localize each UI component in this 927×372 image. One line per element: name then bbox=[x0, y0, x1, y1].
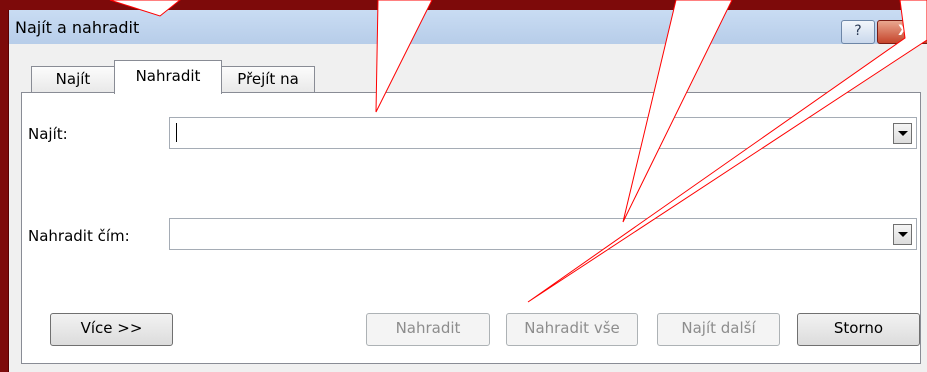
cancel-button[interactable]: Storno bbox=[797, 313, 920, 346]
window-title: Najít a nahradit bbox=[15, 18, 140, 37]
more-button[interactable]: Více >> bbox=[50, 313, 173, 346]
find-dropdown-button[interactable] bbox=[893, 123, 912, 144]
chevron-down-icon bbox=[898, 232, 908, 237]
replace-all-button[interactable]: Nahradit vše bbox=[506, 313, 638, 346]
find-input[interactable] bbox=[176, 122, 876, 142]
find-next-button[interactable]: Najít další bbox=[657, 313, 780, 346]
find-combobox[interactable] bbox=[169, 117, 917, 149]
close-button[interactable]: X bbox=[877, 20, 927, 44]
tab-find[interactable]: Najít bbox=[31, 66, 115, 93]
tab-panel: Najít: Nahradit čím: Více >> Nahradit Na… bbox=[21, 92, 921, 364]
replace-dropdown-button[interactable] bbox=[893, 224, 912, 245]
replace-input[interactable] bbox=[176, 223, 876, 243]
tab-goto[interactable]: Přejít na bbox=[221, 66, 315, 93]
find-replace-dialog: Najít a nahradit ? X Najít Nahradit Přej… bbox=[8, 10, 927, 372]
text-cursor bbox=[176, 123, 177, 142]
replace-button[interactable]: Nahradit bbox=[366, 313, 490, 346]
replace-combobox[interactable] bbox=[169, 218, 917, 250]
help-button[interactable]: ? bbox=[841, 20, 875, 44]
tab-replace[interactable]: Nahradit bbox=[114, 60, 222, 94]
replace-label: Nahradit čím: bbox=[28, 227, 130, 245]
find-label: Najít: bbox=[28, 125, 68, 143]
title-bar[interactable]: Najít a nahradit ? X bbox=[9, 10, 927, 44]
chevron-down-icon bbox=[898, 131, 908, 136]
